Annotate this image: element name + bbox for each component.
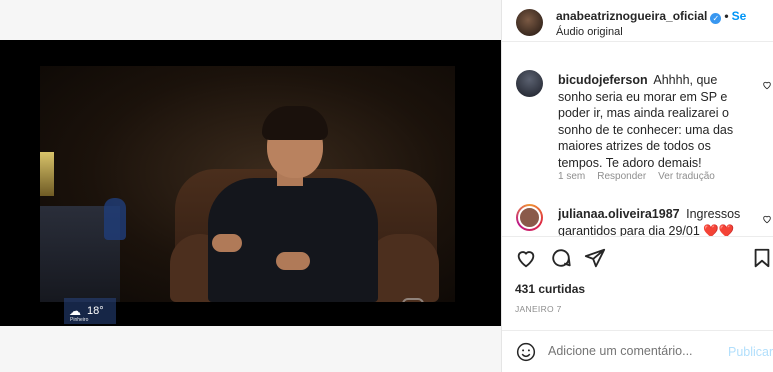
translate-link[interactable]: Ver tradução bbox=[658, 171, 715, 182]
audio-label[interactable]: Áudio original bbox=[556, 26, 623, 38]
media-panel: ☁ 18° Pinheiro bbox=[0, 0, 501, 372]
commenter-avatar[interactable] bbox=[516, 204, 543, 231]
comment-like-icon[interactable] bbox=[762, 214, 772, 224]
tv-logo-watermark bbox=[402, 298, 424, 302]
publish-button[interactable]: Publicar bbox=[728, 345, 773, 359]
bookmark-icon[interactable] bbox=[751, 247, 773, 269]
commenter-username[interactable]: julianaa.oliveira1987 bbox=[558, 207, 680, 221]
person-hand-left bbox=[212, 234, 242, 252]
follow-button[interactable]: Se bbox=[732, 9, 747, 23]
instagram-post-view: ☁ 18° Pinheiro anabeatriznogueira_oficia… bbox=[0, 0, 773, 372]
verified-badge-icon: ✓ bbox=[710, 13, 722, 24]
comment-composer: Publicar bbox=[502, 330, 773, 372]
cloud-icon: ☁ bbox=[69, 304, 81, 318]
comment-body: bicudojeferson Ahhhh, que sonho seria eu… bbox=[558, 72, 754, 171]
post-header: anabeatriznogueira_oficial ✓ • Se Áudio ori… bbox=[502, 0, 773, 42]
weather-overlay: ☁ 18° Pinheiro bbox=[64, 298, 116, 324]
vase bbox=[104, 198, 126, 240]
commenter-avatar[interactable] bbox=[516, 70, 543, 97]
video-player[interactable]: ☁ 18° Pinheiro bbox=[0, 40, 501, 326]
send-icon[interactable] bbox=[584, 247, 606, 269]
likes-count[interactable]: 431 curtidas bbox=[515, 282, 585, 296]
comment-body: julianaa.oliveira1987 Ingressos garantid… bbox=[558, 206, 754, 236]
comment-like-icon[interactable] bbox=[762, 80, 772, 90]
commenter-username[interactable]: bicudojeferson bbox=[558, 73, 648, 87]
person-hand-right bbox=[276, 252, 310, 270]
video-frame bbox=[40, 66, 455, 302]
reply-link[interactable]: Responder bbox=[597, 171, 646, 182]
author-username[interactable]: anabeatriznogueira_oficial bbox=[556, 9, 707, 23]
post-actions-bar bbox=[502, 236, 773, 276]
person-hair bbox=[262, 106, 328, 140]
comment-meta: 1 sem Responder Ver tradução bbox=[558, 171, 715, 182]
separator-dot: • bbox=[724, 9, 729, 23]
weather-label: Pinheiro bbox=[70, 317, 89, 323]
weather-temp: 18° bbox=[87, 305, 104, 317]
lamp bbox=[40, 152, 54, 196]
heart-icon[interactable] bbox=[515, 247, 537, 269]
emoji-icon[interactable] bbox=[516, 342, 536, 362]
author-avatar[interactable] bbox=[516, 9, 543, 36]
post-date[interactable]: JANEIRO 7 bbox=[515, 304, 562, 314]
comment-icon[interactable] bbox=[550, 247, 572, 269]
comment-text: Ahhhh, que sonho seria eu morar em SP e … bbox=[558, 73, 734, 170]
post-sidebar: anabeatriznogueira_oficial ✓ • Se Áudio ori… bbox=[501, 0, 773, 372]
author-line: anabeatriznogueira_oficial ✓ • Se bbox=[556, 9, 746, 24]
comment-time: 1 sem bbox=[558, 171, 586, 182]
comment-input[interactable] bbox=[548, 344, 708, 358]
